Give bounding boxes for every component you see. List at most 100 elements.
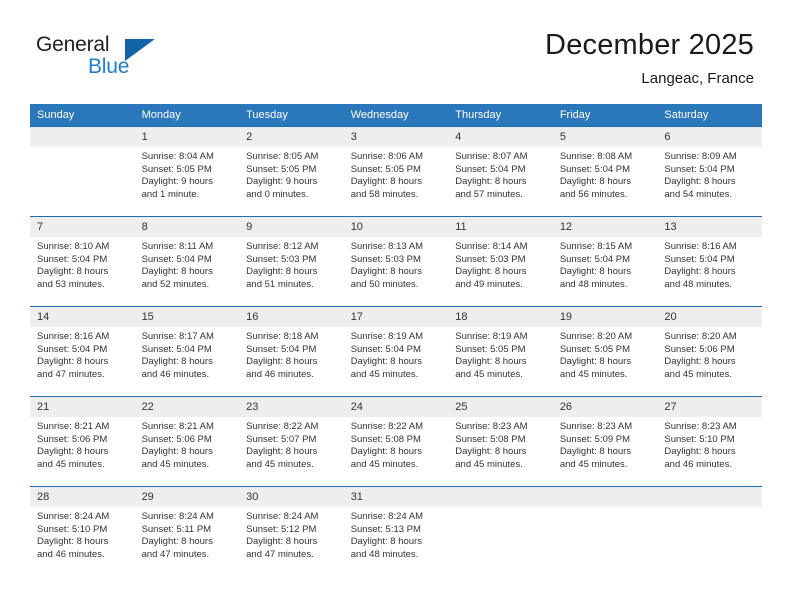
calendar-day-cell[interactable]: 6 Sunrise: 8:09 AM Sunset: 5:04 PM Daylight… [657,126,762,217]
sunset-time: Sunset: 5:05 PM [559,343,631,355]
daylight-duration-line2: and 48 minutes. [559,278,628,290]
calendar-day-cell[interactable]: 27 Sunrise: 8:23 AM Sunset: 5:10 PM Dayligh… [657,396,762,487]
day-number [448,487,553,507]
calendar-day-cell[interactable]: 8 Sunrise: 8:11 AM Sunset: 5:04 PM Daylight… [134,216,240,307]
daylight-duration-line2: and 57 minutes. [455,188,523,200]
calendar-day-cell[interactable]: 23 Sunrise: 8:22 AM Sunset: 5:07 PM Dayligh… [239,396,344,487]
daylight-duration-line1: Daylight: 8 hours [37,266,109,278]
day-cell-inner: 20 Sunrise: 8:20 AM Sunset: 5:06 PM Dayligh… [657,307,762,396]
calendar-day-cell[interactable]: 14 Sunrise: 8:16 AM Sunset: 5:04 PM Dayligh… [30,306,135,397]
calendar-day-cell[interactable]: 24 Sunrise: 8:22 AM Sunset: 5:08 PM Dayligh… [343,396,449,487]
daylight-duration-line2: and 45 minutes. [455,368,523,380]
day-details: Sunrise: 8:20 AM Sunset: 5:06 PM Daylight:… [657,327,762,381]
calendar-day-cell[interactable]: 15 Sunrise: 8:17 AM Sunset: 5:04 PM Dayligh… [134,306,240,397]
general-blue-logo[interactable]: General Blue [36,33,166,81]
day-details: Sunrise: 8:16 AM Sunset: 5:04 PM Daylight:… [30,327,135,381]
calendar-day-cell[interactable]: 13 Sunrise: 8:16 AM Sunset: 5:04 PM Dayligh… [657,216,762,307]
daylight-duration-line2: and 45 minutes. [37,458,105,470]
day-number: 8 [134,217,240,237]
calendar-day-cell[interactable]: 21 Sunrise: 8:21 AM Sunset: 5:06 PM Dayligh… [30,396,135,487]
sunset-time: Sunset: 5:10 PM [37,523,108,535]
sunrise-time: Sunrise: 8:19 AM [350,331,424,342]
sunrise-time: Sunrise: 8:14 AM [455,241,528,252]
day-details: Sunrise: 8:14 AM Sunset: 5:03 PM Daylight:… [448,237,553,291]
day-number: 12 [552,217,658,237]
weekday-header-tuesday: Tuesday [239,104,344,127]
calendar-day-cell[interactable]: 18 Sunrise: 8:19 AM Sunset: 5:05 PM Dayligh… [448,306,553,397]
day-details: Sunrise: 8:18 AM Sunset: 5:04 PM Daylight:… [239,327,344,381]
day-number: 7 [30,217,135,237]
calendar-day-cell[interactable]: 25 Sunrise: 8:23 AM Sunset: 5:08 PM Dayligh… [448,396,553,487]
calendar-day-cell[interactable]: 5 Sunrise: 8:08 AM Sunset: 5:04 PM Daylight… [552,126,658,217]
daylight-duration-line1: Daylight: 8 hours [246,266,318,278]
calendar-day-cell[interactable]: 1 Sunrise: 8:04 AM Sunset: 5:05 PM Daylight… [134,126,240,217]
day-details: Sunrise: 8:24 AM Sunset: 5:12 PM Daylight:… [239,507,344,561]
day-cell-inner: 17 Sunrise: 8:19 AM Sunset: 5:04 PM Dayligh… [343,307,449,396]
sunrise-time: Sunrise: 8:20 AM [664,331,737,342]
day-number: 9 [239,217,344,237]
calendar-day-cell[interactable]: 26 Sunrise: 8:23 AM Sunset: 5:09 PM Dayligh… [552,396,658,487]
sunset-time: Sunset: 5:07 PM [246,433,317,445]
sunset-time: Sunset: 5:04 PM [141,253,212,265]
day-number: 25 [448,397,553,417]
calendar-day-cell[interactable]: 20 Sunrise: 8:20 AM Sunset: 5:06 PM Dayligh… [657,306,762,397]
calendar-day-cell[interactable]: 12 Sunrise: 8:15 AM Sunset: 5:04 PM Dayligh… [552,216,658,307]
sunset-time: Sunset: 5:03 PM [350,253,421,265]
calendar-day-cell[interactable]: 22 Sunrise: 8:21 AM Sunset: 5:06 PM Dayligh… [134,396,240,487]
daylight-duration-line2: and 49 minutes. [455,278,523,290]
sunrise-time: Sunrise: 8:24 AM [246,511,319,522]
day-details: Sunrise: 8:20 AM Sunset: 5:05 PM Daylight:… [553,327,658,381]
sunrise-time: Sunrise: 8:24 AM [37,511,110,522]
day-details: Sunrise: 8:24 AM Sunset: 5:11 PM Daylight:… [135,507,240,561]
daylight-duration-line1: Daylight: 8 hours [350,536,422,548]
calendar-day-cell[interactable]: 3 Sunrise: 8:06 AM Sunset: 5:05 PM Daylight… [343,126,449,217]
day-number: 19 [552,307,658,327]
calendar-day-cell[interactable]: 29 Sunrise: 8:24 AM Sunset: 5:11 PM Dayligh… [134,486,240,577]
sunset-time: Sunset: 5:04 PM [37,343,108,355]
calendar-day-cell[interactable]: 7 Sunrise: 8:10 AM Sunset: 5:04 PM Daylight… [30,216,135,307]
day-details: Sunrise: 8:19 AM Sunset: 5:05 PM Daylight:… [448,327,553,381]
daylight-duration-line1: Daylight: 8 hours [141,446,213,458]
daylight-duration-line1: Daylight: 8 hours [455,356,527,368]
day-number: 20 [657,307,762,327]
daylight-duration-line2: and 47 minutes. [246,548,314,560]
calendar-day-cell[interactable]: 10 Sunrise: 8:13 AM Sunset: 5:03 PM Dayligh… [343,216,449,307]
calendar-day-cell[interactable]: 2 Sunrise: 8:05 AM Sunset: 5:05 PM Daylight… [239,126,344,217]
sunset-time: Sunset: 5:04 PM [350,343,421,355]
day-number: 28 [30,487,135,507]
calendar-day-cell[interactable]: 19 Sunrise: 8:20 AM Sunset: 5:05 PM Dayligh… [552,306,658,397]
calendar-day-cell[interactable]: 28 Sunrise: 8:24 AM Sunset: 5:10 PM Dayligh… [30,486,135,577]
day-cell-inner: 23 Sunrise: 8:22 AM Sunset: 5:07 PM Dayligh… [239,397,344,486]
sunrise-time: Sunrise: 8:24 AM [350,511,424,522]
day-details: Sunrise: 8:23 AM Sunset: 5:10 PM Daylight:… [657,417,762,471]
daylight-duration-line1: Daylight: 8 hours [37,536,109,548]
sunrise-time: Sunrise: 8:24 AM [141,511,214,522]
logo-text-blue: Blue [88,55,130,78]
daylight-duration-line1: Daylight: 8 hours [350,446,422,458]
calendar-day-cell[interactable]: 11 Sunrise: 8:14 AM Sunset: 5:03 PM Dayligh… [448,216,553,307]
day-number: 21 [30,397,135,417]
day-cell-inner [657,487,762,576]
calendar-day-cell[interactable]: 16 Sunrise: 8:18 AM Sunset: 5:04 PM Dayligh… [239,306,344,397]
day-cell-inner [30,127,135,216]
calendar-day-cell[interactable]: 31 Sunrise: 8:24 AM Sunset: 5:13 PM Dayligh… [343,486,449,577]
calendar-day-cell[interactable]: 30 Sunrise: 8:24 AM Sunset: 5:12 PM Dayligh… [239,486,344,577]
sunset-time: Sunset: 5:04 PM [141,343,212,355]
day-cell-inner: 4 Sunrise: 8:07 AM Sunset: 5:04 PM Daylight… [448,127,553,216]
day-cell-inner: 7 Sunrise: 8:10 AM Sunset: 5:04 PM Daylight… [30,217,135,306]
sunset-time: Sunset: 5:05 PM [455,343,526,355]
day-details: Sunrise: 8:17 AM Sunset: 5:04 PM Daylight:… [135,327,240,381]
calendar-day-cell[interactable]: 4 Sunrise: 8:07 AM Sunset: 5:04 PM Daylight… [448,126,553,217]
sunset-time: Sunset: 5:06 PM [37,433,108,445]
calendar-day-cell[interactable]: 9 Sunrise: 8:12 AM Sunset: 5:03 PM Daylight… [239,216,344,307]
day-number: 22 [134,397,240,417]
day-cell-inner: 1 Sunrise: 8:04 AM Sunset: 5:05 PM Daylight… [134,127,240,216]
day-cell-inner: 5 Sunrise: 8:08 AM Sunset: 5:04 PM Daylight… [552,127,658,216]
daylight-duration-line2: and 45 minutes. [141,458,210,470]
sunrise-time: Sunrise: 8:16 AM [664,241,737,252]
calendar-day-cell[interactable]: 17 Sunrise: 8:19 AM Sunset: 5:04 PM Dayligh… [343,306,449,397]
location-subtitle: Langeac, France [641,70,754,87]
day-details: Sunrise: 8:23 AM Sunset: 5:09 PM Daylight:… [553,417,658,471]
daylight-duration-line2: and 47 minutes. [37,368,105,380]
weekday-header-saturday: Saturday [657,104,762,127]
